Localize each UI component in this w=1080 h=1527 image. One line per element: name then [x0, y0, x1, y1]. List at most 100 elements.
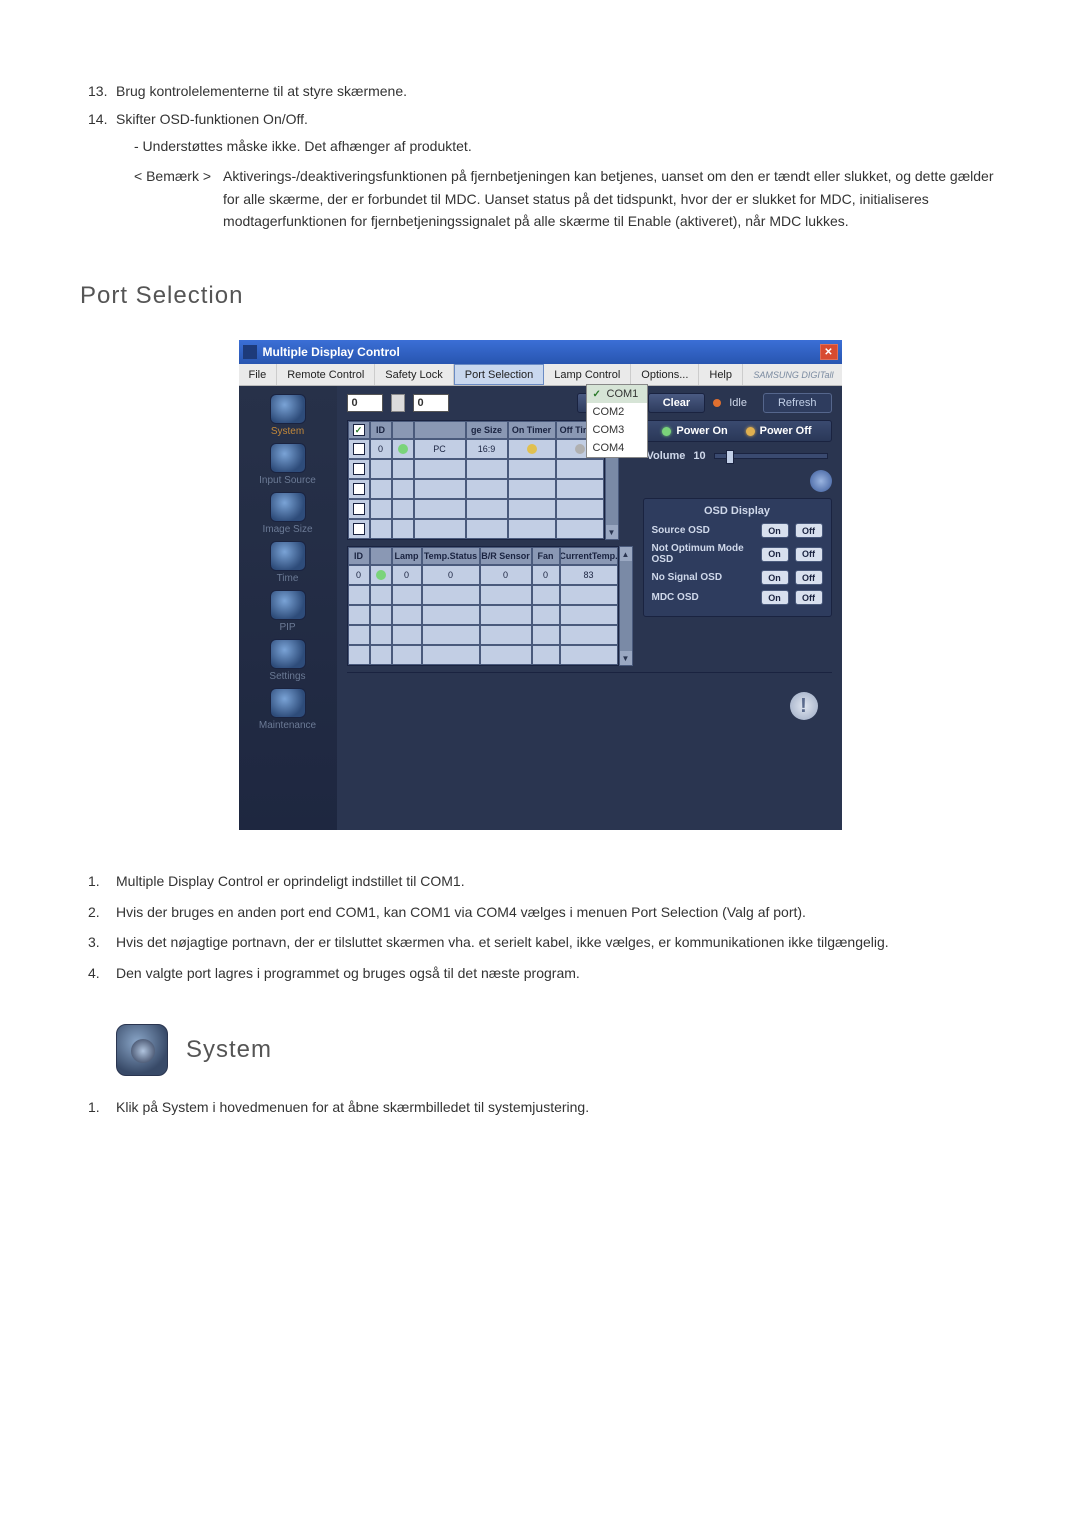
window-title: Multiple Display Control — [263, 345, 400, 359]
remark-label: < Bemærk > — [134, 165, 211, 232]
power-off-led-icon — [746, 427, 755, 436]
table-row[interactable]: 0 0 0 0 0 83 — [348, 565, 618, 585]
chevron-down-icon[interactable] — [391, 394, 405, 412]
sidebar-item-image-size[interactable]: Image Size — [247, 492, 329, 537]
speaker-icon[interactable] — [810, 470, 832, 492]
scroll-down-icon[interactable]: ▼ — [606, 525, 618, 539]
row-checkbox[interactable] — [353, 463, 365, 475]
row-checkbox[interactable] — [353, 523, 365, 535]
info-icon: ! — [790, 692, 818, 720]
table-row[interactable]: 0 PC 16:9 — [348, 439, 604, 459]
remark-body: Aktiverings-/deaktiveringsfunktionen på … — [223, 165, 1000, 232]
row-checkbox[interactable] — [353, 503, 365, 515]
menu-file[interactable]: File — [239, 364, 278, 385]
menu-safety-lock[interactable]: Safety Lock — [375, 364, 453, 385]
intro-list: 13.Brug kontrolelementerne til at styre … — [80, 80, 1000, 232]
close-icon[interactable]: ✕ — [820, 344, 838, 360]
osd-source-row: Source OSD On Off — [652, 523, 823, 538]
intro-remark: < Bemærk > Aktiverings-/deaktiveringsfun… — [116, 165, 1000, 232]
volume-label: Volume — [647, 450, 686, 462]
port-selection-heading: Port Selection — [80, 282, 1000, 310]
volume-value: 10 — [693, 450, 705, 462]
osd-source-on[interactable]: On — [761, 523, 789, 538]
power-bar: Power On Power Off — [643, 420, 832, 442]
osd-notoptimum-off[interactable]: Off — [795, 547, 823, 562]
menu-lamp-control[interactable]: Lamp Control — [544, 364, 631, 385]
system-heading: System — [186, 1036, 272, 1064]
status-grid: ID Lamp Temp.Status B/R Sensor Fan Curre… — [347, 546, 633, 666]
row-checkbox[interactable] — [353, 483, 365, 495]
status-bar: ! — [347, 672, 832, 728]
osd-mdc-off[interactable]: Off — [795, 590, 823, 605]
checkbox-icon[interactable]: ✓ — [353, 424, 365, 436]
port-notes-list: 1.Multiple Display Control er oprindelig… — [80, 870, 1000, 984]
col-ontimer: On Timer — [508, 421, 556, 439]
port-option-com2[interactable]: COM2 — [587, 403, 647, 421]
col-status — [392, 421, 414, 439]
menu-options[interactable]: Options... — [631, 364, 699, 385]
sidebar-item-system[interactable]: System — [247, 394, 329, 439]
intro-item-14: 14.Skifter OSD-funktionen On/Off. - Unde… — [116, 108, 1000, 232]
osd-nosignal-off[interactable]: Off — [795, 570, 823, 585]
input-source-icon — [270, 443, 306, 473]
osd-panel: OSD Display Source OSD On Off Not Optimu… — [643, 498, 832, 617]
osd-notoptimum-on[interactable]: On — [761, 547, 789, 562]
scroll-down-icon[interactable]: ▼ — [620, 651, 632, 665]
power-off-button[interactable]: Power Off — [746, 425, 812, 437]
osd-mdc-on[interactable]: On — [761, 590, 789, 605]
intro-item-13: 13.Brug kontrolelementerne til at styre … — [116, 80, 1000, 102]
power-on-button[interactable]: Power On — [662, 425, 727, 437]
clear-button[interactable]: Clear — [648, 393, 706, 413]
idle-dot-icon — [713, 399, 721, 407]
port-option-com1[interactable]: ✓COM1 — [587, 385, 647, 403]
osd-nosignal-row: No Signal OSD On Off — [652, 570, 823, 585]
menu-port-selection[interactable]: Port Selection — [454, 364, 544, 385]
brand-label: SAMSUNG DIGITall — [753, 370, 841, 380]
osd-source-off[interactable]: Off — [795, 523, 823, 538]
system-section-icon — [116, 1024, 168, 1076]
col-input — [414, 421, 466, 439]
id-to-input[interactable]: 0 — [413, 394, 449, 412]
sidebar-item-input-source[interactable]: Input Source — [247, 443, 329, 488]
menu-remote-control[interactable]: Remote Control — [277, 364, 375, 385]
osd-title: OSD Display — [652, 505, 823, 517]
sidebar-item-time[interactable]: Time — [247, 541, 329, 586]
mdc-app-window: Multiple Display Control ✕ File Remote C… — [239, 340, 842, 830]
offtimer-led-icon — [575, 444, 585, 454]
sidebar-item-maintenance[interactable]: Maintenance — [247, 688, 329, 733]
id-from-input[interactable]: 0 — [347, 394, 383, 412]
note-4: 4.Den valgte port lagres i programmet og… — [116, 962, 1000, 984]
intro-subnote: - Understøttes måske ikke. Det afhænger … — [116, 135, 1000, 157]
port-option-com3[interactable]: COM3 — [587, 421, 647, 439]
system-heading-row: System — [116, 1024, 1000, 1076]
system-note-1: 1.Klik på System i hovedmenuen for at åb… — [116, 1096, 1000, 1118]
system-list: 1.Klik på System i hovedmenuen for at åb… — [80, 1096, 1000, 1118]
pip-icon — [270, 590, 306, 620]
volume-slider[interactable] — [714, 453, 828, 459]
scrollbar[interactable]: ▲▼ — [619, 546, 633, 666]
menubar: File Remote Control Safety Lock Port Sel… — [239, 364, 842, 386]
image-size-icon — [270, 492, 306, 522]
volume-row: Volume 10 — [643, 448, 832, 464]
sidebar-item-pip[interactable]: PIP — [247, 590, 329, 635]
row-checkbox[interactable] — [353, 443, 365, 455]
port-dropdown[interactable]: ✓COM1 COM2 COM3 COM4 — [586, 384, 648, 458]
osd-mdc-row: MDC OSD On Off — [652, 590, 823, 605]
osd-nosignal-on[interactable]: On — [761, 570, 789, 585]
maintenance-icon — [270, 688, 306, 718]
scroll-up-icon[interactable]: ▲ — [620, 547, 632, 561]
ontimer-led-icon — [527, 444, 537, 454]
idle-status: Idle — [713, 397, 747, 409]
col-id: ID — [370, 421, 392, 439]
port-option-com4[interactable]: COM4 — [587, 439, 647, 457]
sidebar: System Input Source Image Size Time PIP … — [239, 386, 337, 830]
slider-thumb[interactable] — [726, 450, 734, 464]
status-led-icon — [398, 444, 408, 454]
app-icon — [243, 345, 257, 359]
time-icon — [270, 541, 306, 571]
sidebar-item-settings[interactable]: Settings — [247, 639, 329, 684]
menu-help[interactable]: Help — [699, 364, 743, 385]
app-body: System Input Source Image Size Time PIP … — [239, 386, 842, 830]
status-led-icon — [376, 570, 386, 580]
refresh-button[interactable]: Refresh — [763, 393, 832, 413]
